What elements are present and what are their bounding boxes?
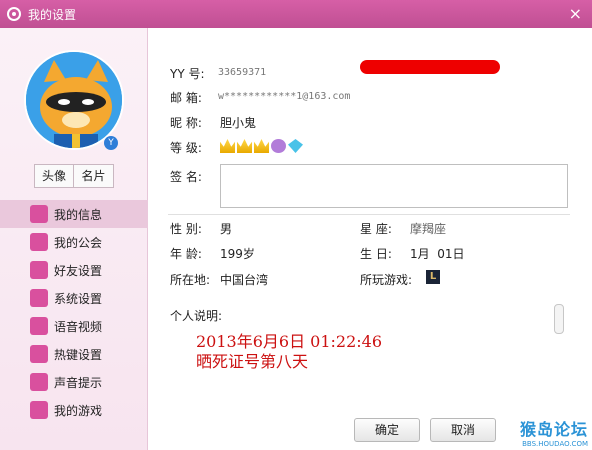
email-value: w************1@163.com bbox=[218, 91, 351, 102]
yy-number-label: YY 号: bbox=[170, 67, 205, 81]
ok-button[interactable]: 确定 bbox=[354, 418, 420, 442]
profile-panel: YY 号: 33659371 邮 箱: w************1@163.c… bbox=[148, 28, 592, 450]
sidebar-nav: 我的信息 我的公会 好友设置 系统设置 语音视频 热键设置 声音提示 我的游戏 bbox=[0, 200, 148, 424]
sidebar-item-label: 热键设置 bbox=[54, 347, 103, 362]
webcam-icon bbox=[30, 317, 48, 335]
league-game-icon[interactable]: L bbox=[426, 270, 440, 284]
crown-icon bbox=[254, 139, 269, 153]
sidebar-item-voice-video[interactable]: 语音视频 bbox=[0, 312, 148, 340]
close-icon[interactable]: × bbox=[569, 4, 582, 23]
music-note-icon bbox=[30, 373, 48, 391]
sidebar-item-my-guild[interactable]: 我的公会 bbox=[0, 228, 148, 256]
level-label: 等 级: bbox=[170, 141, 202, 155]
cancel-button[interactable]: 取消 bbox=[430, 418, 496, 442]
avatar-tabs: 头像 名片 bbox=[34, 164, 114, 188]
tab-avatar[interactable]: 头像 bbox=[34, 164, 74, 188]
watermark-title: 猴岛论坛 bbox=[519, 420, 588, 439]
diamond-icon bbox=[288, 139, 303, 153]
sidebar-item-label: 我的公会 bbox=[54, 235, 103, 250]
description-text[interactable]: 2013年6月6日 01:22:46 晒死证号第八天 bbox=[196, 332, 382, 372]
crown-icon bbox=[237, 139, 252, 153]
birthday-value: 1月 01日 bbox=[410, 247, 465, 261]
age-value: 199岁 bbox=[220, 247, 255, 261]
sidebar-item-my-info[interactable]: 我的信息 bbox=[0, 200, 148, 228]
signature-field[interactable] bbox=[220, 164, 568, 208]
profile-card-icon bbox=[30, 205, 48, 223]
location-value: 中国台湾 bbox=[220, 273, 269, 287]
game-icon bbox=[30, 401, 48, 419]
location-label: 所在地: bbox=[170, 273, 211, 287]
sidebar-item-hotkeys[interactable]: 热键设置 bbox=[0, 340, 148, 368]
forum-watermark: 猴岛论坛 BBS.HOUDAO.COM bbox=[492, 416, 588, 448]
gear-icon bbox=[30, 289, 48, 307]
yy-number-value: 33659371 bbox=[218, 67, 267, 78]
gender-label: 性 别: bbox=[170, 222, 202, 236]
description-line-2: 晒死证号第八天 bbox=[196, 352, 309, 371]
sidebar-item-label: 语音视频 bbox=[54, 319, 103, 334]
sidebar-item-friend-settings[interactable]: 好友设置 bbox=[0, 256, 148, 284]
level-icons bbox=[220, 139, 303, 153]
email-label: 邮 箱: bbox=[170, 91, 202, 105]
yy-badge-icon: Y bbox=[104, 136, 118, 150]
window-title: 我的设置 bbox=[28, 8, 77, 22]
sidebar-item-sound-alerts[interactable]: 声音提示 bbox=[0, 368, 148, 396]
zodiac-label: 星 座: bbox=[360, 222, 392, 236]
description-scrollbar[interactable] bbox=[554, 304, 564, 334]
keyboard-icon bbox=[30, 345, 48, 363]
sidebar: Y 头像 名片 我的信息 我的公会 好友设置 系统设置 语音视频 热键设置 声音… bbox=[0, 28, 148, 450]
description-line-1: 2013年6月6日 01:22:46 bbox=[196, 332, 383, 351]
sidebar-item-label: 好友设置 bbox=[54, 263, 103, 278]
divider bbox=[168, 214, 570, 215]
gender-value: 男 bbox=[220, 222, 233, 236]
nickname-label: 昵 称: bbox=[170, 116, 202, 130]
friend-settings-icon bbox=[30, 261, 48, 279]
title-bar: 我的设置 × bbox=[0, 0, 592, 28]
signature-label: 签 名: bbox=[170, 170, 202, 184]
age-label: 年 龄: bbox=[170, 247, 202, 261]
sidebar-item-label: 系统设置 bbox=[54, 291, 103, 306]
watermark-url: BBS.HOUDAO.COM bbox=[522, 440, 588, 448]
flag-icon bbox=[30, 233, 48, 251]
redaction-mark bbox=[360, 60, 500, 74]
tab-business-card[interactable]: 名片 bbox=[74, 164, 114, 188]
sidebar-item-label: 我的游戏 bbox=[54, 403, 103, 418]
nickname-value: 胆小鬼 bbox=[220, 116, 257, 130]
sidebar-item-label: 我的信息 bbox=[54, 207, 103, 222]
games-label: 所玩游戏: bbox=[360, 273, 413, 287]
sidebar-item-my-games[interactable]: 我的游戏 bbox=[0, 396, 148, 424]
avatar[interactable] bbox=[24, 50, 124, 150]
birthday-label: 生 日: bbox=[360, 247, 392, 261]
sidebar-item-label: 声音提示 bbox=[54, 375, 103, 390]
zodiac-value: 摩羯座 bbox=[410, 222, 447, 236]
settings-gear-icon bbox=[7, 7, 21, 21]
moon-icon bbox=[271, 139, 286, 153]
crown-icon bbox=[220, 139, 235, 153]
description-label: 个人说明: bbox=[170, 309, 223, 323]
sidebar-item-system-settings[interactable]: 系统设置 bbox=[0, 284, 148, 312]
